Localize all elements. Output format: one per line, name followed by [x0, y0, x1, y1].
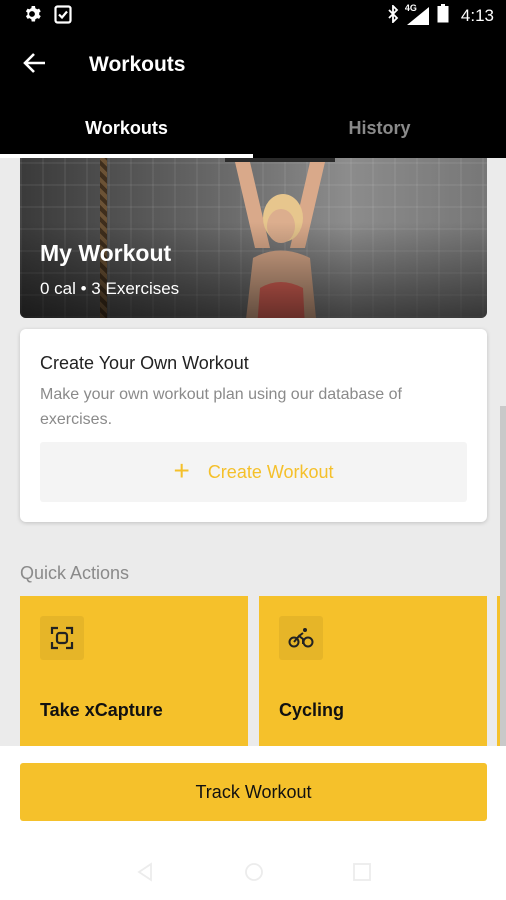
tab-history[interactable]: History — [253, 98, 506, 158]
bottom-bar: Track Workout — [0, 746, 506, 900]
quick-action-take-xcapture[interactable]: Take xCapture — [20, 596, 248, 746]
battery-icon — [437, 4, 449, 28]
nav-back-icon[interactable] — [135, 861, 155, 887]
app-bar: Workouts — [0, 32, 506, 98]
quick-action-cycling[interactable]: Cycling — [259, 596, 487, 746]
bluetooth-icon — [387, 3, 399, 28]
system-nav-bar — [0, 848, 506, 900]
card-title: Create Your Own Workout — [40, 353, 249, 373]
track-workout-button[interactable]: Track Workout — [20, 763, 487, 821]
my-workout-card[interactable]: My Workout 0 cal • 3 Exercises — [20, 158, 487, 318]
quick-action-label: Cycling — [279, 700, 345, 720]
create-workout-label: Create Workout — [207, 461, 334, 482]
create-workout-card: Create Your Own Workout Make your own wo… — [20, 329, 487, 522]
nav-home-icon[interactable] — [244, 862, 264, 887]
tab-workouts[interactable]: Workouts — [0, 98, 253, 158]
tab-bar: Workouts History — [0, 98, 506, 158]
workout-summary: 0 cal • 3 Exercises — [40, 279, 180, 298]
main-content[interactable]: My Workout 0 cal • 3 Exercises Create Yo… — [0, 158, 506, 746]
back-button[interactable] — [0, 32, 70, 98]
clipboard-check-icon — [54, 4, 72, 29]
nav-recents-icon[interactable] — [353, 862, 372, 886]
plus-icon: + — [173, 454, 190, 486]
settings-icon — [22, 4, 42, 29]
scrollbar[interactable] — [500, 406, 506, 746]
signal-icon: 4G — [405, 3, 429, 25]
workout-title: My Workout — [40, 240, 172, 266]
status-time: 4:13 — [460, 6, 494, 25]
card-description: Make your own workout plan using our dat… — [40, 386, 402, 428]
quick-action-label: Take xCapture — [40, 700, 163, 720]
status-bar: 4G 4:13 — [0, 0, 506, 32]
quick-actions-heading: Quick Actions — [20, 563, 130, 583]
create-workout-button[interactable]: + Create Workout — [40, 442, 467, 502]
bicycle-icon — [279, 616, 323, 660]
page-title: Workouts — [89, 53, 186, 76]
arrow-left-icon — [23, 52, 47, 79]
scan-icon — [40, 616, 84, 660]
